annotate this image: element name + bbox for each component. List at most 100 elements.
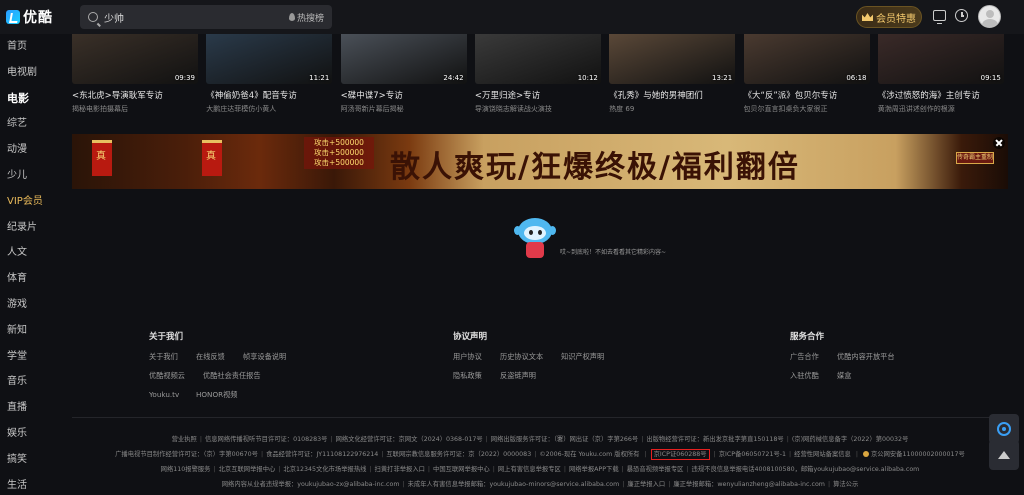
legal-link[interactable]: 扫黄打非举报入口 bbox=[375, 466, 425, 473]
video-card[interactable]: 10:12 <万里归途>专访 导演饶晓志解读战火演技 bbox=[474, 34, 601, 114]
video-thumbnail[interactable]: 10:12 bbox=[474, 34, 601, 84]
sidebar-item[interactable]: 游戏 bbox=[0, 292, 56, 318]
video-title[interactable]: 《神偷奶爸4》配音专访 bbox=[206, 89, 332, 101]
sidebar-item[interactable]: 新知 bbox=[0, 318, 56, 344]
sidebar-item[interactable]: 首页 bbox=[0, 34, 56, 60]
video-card[interactable]: 06:18 《大“反”派》包贝尔专访 包贝尔直言扣桌负大家很正 bbox=[743, 34, 870, 114]
video-thumbnail[interactable]: 09:15 bbox=[877, 34, 1004, 84]
footer-link[interactable]: 在线反馈 bbox=[196, 352, 225, 362]
legal-link[interactable]: 北京互联网举报中心 bbox=[219, 466, 276, 473]
youku-logo[interactable]: 优酷 bbox=[6, 7, 53, 27]
legal-link[interactable]: 网络110报警服务 bbox=[161, 466, 211, 473]
legal-link[interactable]: 网络举报APP下载 bbox=[569, 466, 619, 473]
legal-link[interactable]: 网上有害信息举报专区 bbox=[498, 466, 561, 473]
price-line: 攻击+500000 bbox=[314, 138, 364, 147]
vip-offer-button[interactable]: 会员特惠 bbox=[856, 6, 922, 28]
search-icon[interactable] bbox=[88, 12, 98, 22]
legal-line-1: 营业执照 | 信息网络传播视听节目许可证：0108283号 | 网络文化经营许可证：京网… bbox=[72, 434, 1008, 443]
footer-link[interactable]: 优酷视频云 bbox=[149, 371, 185, 381]
sidebar-item[interactable]: 直播 bbox=[0, 395, 56, 421]
back-to-top-button[interactable] bbox=[989, 440, 1019, 470]
footer-link[interactable]: 历史协议文本 bbox=[500, 352, 543, 362]
legal-link[interactable]: 中国互联网举报中心 bbox=[433, 466, 490, 473]
legal-link[interactable]: 网络出版服务许可证：（署）网出证（京）字第266号 bbox=[491, 436, 638, 443]
video-card[interactable]: 13:21 《孔秀》与她的男神团们 热度 69 bbox=[609, 34, 736, 114]
legal-link[interactable]: 北京12345文化市场举报热线 bbox=[283, 466, 366, 473]
empty-state-text: 哎~到底啦！不如去看看其它精彩内容~ bbox=[560, 249, 667, 256]
footer-title: 协议声明 bbox=[453, 332, 488, 342]
sidebar-item[interactable]: 娱乐 bbox=[0, 421, 56, 447]
legal-link[interactable]: 食品经营许可证：JY11108122976214 bbox=[266, 451, 378, 458]
video-card[interactable]: 09:15 《涉过愤怒的海》主创专访黄渤周迅讲述创作的根源 bbox=[877, 34, 1004, 114]
video-subtitle: 黄渤周迅讲述创作的根源 bbox=[877, 105, 955, 113]
legal-link[interactable]: 京ICP备06050721号-1 bbox=[719, 451, 786, 458]
sidebar-item[interactable]: 搞笑 bbox=[0, 447, 56, 473]
video-thumbnail[interactable]: 11:21 bbox=[206, 34, 333, 84]
sidebar-item[interactable]: 纪录片 bbox=[0, 215, 56, 241]
video-title[interactable]: 《大“反”派》包贝尔专访 bbox=[744, 89, 870, 101]
banner-ad[interactable]: 真 真 攻击+500000 攻击+500000 攻击+500000 散人爽玩/狂… bbox=[72, 134, 1008, 189]
legal-link[interactable]: ©2006-现在 Youku.com 版权所有 bbox=[539, 451, 639, 458]
legal-link[interactable]: 算法公示 bbox=[833, 481, 858, 488]
sidebar-item[interactable]: 综艺 bbox=[0, 111, 56, 137]
user-avatar[interactable] bbox=[978, 5, 1001, 28]
tv-icon[interactable] bbox=[933, 10, 946, 24]
legal-link[interactable]: 暴恐音视频举报专区 bbox=[627, 466, 684, 473]
video-title[interactable]: <万里归途>专访 bbox=[475, 89, 601, 101]
video-thumbnail[interactable]: 06:18 bbox=[743, 34, 870, 84]
legal-link[interactable]: (京)网药械信息备字（2022）第00032号 bbox=[792, 436, 909, 443]
video-title[interactable]: 《涉过愤怒的海》主创专访 bbox=[878, 89, 1004, 101]
footer-link[interactable]: 反盗链声明 bbox=[500, 371, 536, 381]
footer-link[interactable]: 用户协议 bbox=[453, 352, 482, 362]
separator: | bbox=[686, 466, 689, 473]
legal-link[interactable]: 出版物经营许可证：新出发京批字第直150118号 bbox=[646, 436, 783, 443]
legal-link[interactable]: 廉正举报邮箱：wenyulianzheng@alibaba-inc.com bbox=[673, 481, 825, 488]
footer-link[interactable]: 优酷社会责任报告 bbox=[203, 371, 261, 381]
legal-link[interactable]: 信息网络传播视听节目许可证：0108283号 bbox=[205, 436, 328, 443]
close-icon[interactable] bbox=[993, 137, 1005, 149]
footer-link[interactable]: HONOR视频 bbox=[196, 390, 237, 400]
legal-link[interactable]: 网络文化经营许可证：京网文（2024）0368-017号 bbox=[336, 436, 483, 443]
legal-link[interactable]: 网络内容从业者违规举报：youkujubao-zx@alibaba-inc.co… bbox=[222, 481, 400, 488]
video-thumbnail[interactable]: 24:42 bbox=[340, 34, 467, 84]
legal-link[interactable]: 违规不良信息举报电话4008100580，邮箱youkujubao@servic… bbox=[692, 466, 920, 473]
legal-link[interactable]: 广播电视节目制作经营许可证：（京）字第00670号 bbox=[115, 451, 258, 458]
legal-link[interactable]: 营业执照 bbox=[172, 436, 197, 443]
video-card[interactable]: 24:42 <碟中谍7>专访 阿汤哥新片幕后揭秘 bbox=[340, 34, 467, 114]
video-thumbnail[interactable]: 09:39 bbox=[72, 34, 198, 84]
video-thumbnail[interactable]: 13:21 bbox=[609, 34, 736, 84]
footer-link[interactable]: Youku.tv bbox=[149, 390, 179, 399]
sidebar-item[interactable]: 生活 bbox=[0, 473, 56, 495]
sidebar-item[interactable]: 少儿 bbox=[0, 163, 56, 189]
footer-link[interactable]: 知识产权声明 bbox=[561, 352, 604, 362]
footer-link[interactable]: 优酷内容开放平台 bbox=[837, 352, 895, 362]
police-record-link[interactable]: 京公网安备11000002000017号 bbox=[871, 451, 965, 458]
sidebar-item[interactable]: 电视剧 bbox=[0, 60, 56, 86]
video-title[interactable]: <碟中谍7>专访 bbox=[341, 89, 467, 101]
search-input[interactable] bbox=[104, 11, 264, 23]
legal-link[interactable]: 廉正举报入口 bbox=[627, 481, 665, 488]
footer-link[interactable]: 隐私政策 bbox=[453, 371, 482, 381]
footer-link[interactable]: 帧享设备说明 bbox=[243, 352, 286, 362]
icp-license-link[interactable]: 京ICP证060288号 bbox=[650, 449, 710, 460]
video-title[interactable]: 《孔秀》与她的男神团们 bbox=[609, 89, 735, 101]
sidebar-item[interactable]: 音乐 bbox=[0, 369, 56, 395]
footer-link[interactable]: 入驻优酷 bbox=[790, 371, 819, 381]
sidebar-item[interactable]: 电影 bbox=[0, 86, 56, 112]
sidebar-item[interactable]: 动漫 bbox=[0, 137, 56, 163]
legal-link[interactable]: 经营性网站备案信息 bbox=[794, 451, 851, 458]
sidebar-item[interactable]: 体育 bbox=[0, 266, 56, 292]
footer-link[interactable]: 关于我们 bbox=[149, 352, 178, 362]
sidebar-item[interactable]: VIP会员 bbox=[0, 189, 56, 215]
legal-link[interactable]: 互联网宗教信息服务许可证：京（2022）0000083 bbox=[386, 451, 531, 458]
legal-link[interactable]: 未成年人有害信息举报邮箱：youkujubao-minors@service.a… bbox=[408, 481, 620, 488]
sidebar-item[interactable]: 人文 bbox=[0, 240, 56, 266]
video-card[interactable]: 11:21 《神偷奶爸4》配音专访 大鹏庄达菲模仿小黄人 bbox=[206, 34, 333, 114]
history-clock-icon[interactable] bbox=[955, 9, 968, 22]
footer-link[interactable]: 媒盒 bbox=[837, 371, 851, 381]
footer-link[interactable]: 广告合作 bbox=[790, 352, 819, 362]
video-title[interactable]: <东北虎>导演耿军专访 bbox=[72, 89, 198, 101]
hot-search-button[interactable]: 热搜榜 bbox=[288, 11, 324, 24]
sidebar-item[interactable]: 学堂 bbox=[0, 344, 56, 370]
video-card[interactable]: 09:39 <东北虎>导演耿军专访 揭秘电影拍摄幕后 bbox=[72, 34, 198, 114]
